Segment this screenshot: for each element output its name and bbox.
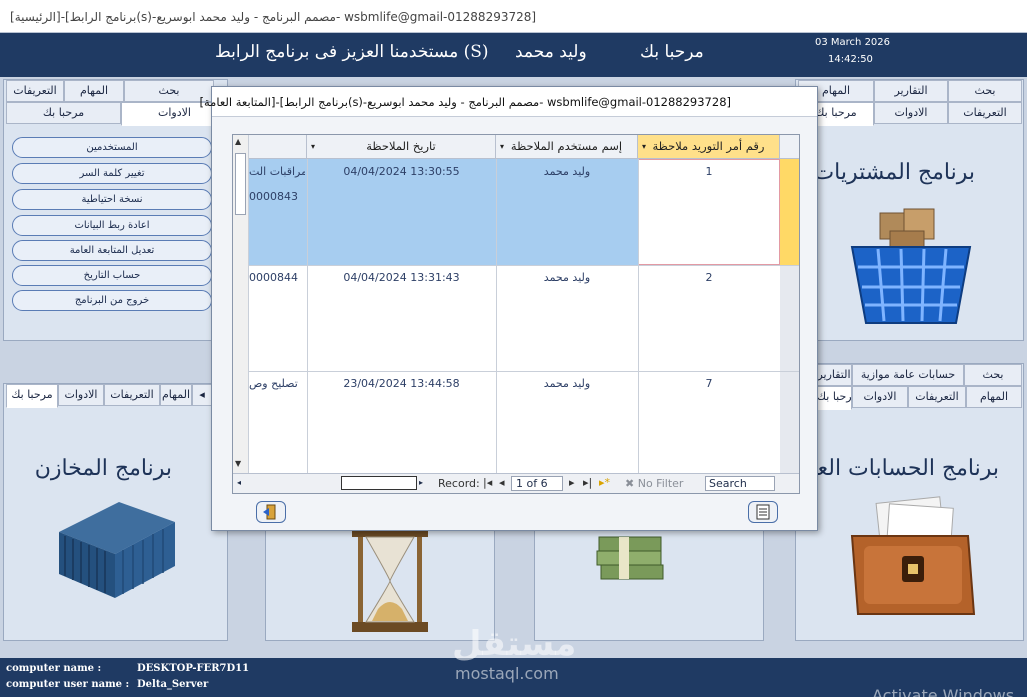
scroll-thumb[interactable] xyxy=(235,153,246,215)
col-user-header[interactable]: ▾ إسم مستخدم الملاحظة xyxy=(496,135,638,159)
change-password-button[interactable]: تغيير كلمة السر xyxy=(12,163,212,184)
tab-tasks[interactable]: المهام xyxy=(966,386,1022,408)
window-titlebar: [الرئيسية]-[برنامج الرابط(s)-مصمم البرنا… xyxy=(0,0,1027,33)
tab-definitions[interactable]: التعريفات xyxy=(6,80,64,102)
col-note-header[interactable] xyxy=(249,135,307,159)
note-cell-line2: 0000843 xyxy=(249,190,298,203)
welcome-label: مرحبا بك xyxy=(640,42,704,62)
col-date-header[interactable]: ▾ تاريخ الملاحظة xyxy=(307,135,496,159)
purchases-title: برنامج المشتريات xyxy=(813,160,975,185)
tab-definitions[interactable]: التعريفات xyxy=(948,102,1022,124)
hscroll-left-icon[interactable]: ◂ xyxy=(237,476,249,490)
order-no-cell[interactable]: 7 xyxy=(638,377,780,390)
tab-definitions[interactable]: التعريفات xyxy=(104,384,160,406)
tab-search[interactable]: بحث xyxy=(948,80,1022,102)
scroll-down-icon[interactable]: ▼ xyxy=(235,459,241,468)
computer-user-label: computer user name : xyxy=(6,679,130,690)
user-name: وليد محمد xyxy=(515,42,587,62)
tab-tools[interactable]: الادوات xyxy=(852,386,908,408)
user-cell[interactable]: وليد محمد xyxy=(496,165,638,178)
greeting-text: مستخدمنا العزيز فى برنامج الرابط (S) xyxy=(215,42,489,62)
tab-search[interactable]: بحث xyxy=(964,364,1022,386)
user-cell[interactable]: وليد محمد xyxy=(496,377,638,390)
date-cell[interactable]: 04/04/2024 13:31:43 xyxy=(307,271,496,284)
shipping-container-icon[interactable] xyxy=(49,492,179,605)
col-order-header[interactable]: ▾ رقم أمر التوريد ملاحظة xyxy=(638,135,780,159)
edit-followup-button[interactable]: تعديل المتابعة العامة xyxy=(12,240,212,261)
tab-welcome[interactable]: مرحبا بك xyxy=(6,384,58,408)
followup-dialog: [المتابعة العامة]-[برنامج الرابط(s)-مصمم… xyxy=(200,86,818,531)
watermark-latin: mostaql.com xyxy=(455,664,559,683)
record-position-input[interactable]: 1 of 6 xyxy=(511,476,563,491)
money-stack-icon[interactable] xyxy=(593,527,673,600)
tab-scroll-left[interactable]: ◂ xyxy=(192,384,212,406)
first-record-icon[interactable]: |◂ xyxy=(483,476,492,489)
tab-tools[interactable]: الادوات xyxy=(874,102,948,124)
accounts-panel: التقارير حسابات عامة موازية بحث مرحبا بك… xyxy=(787,363,1024,641)
center-panel-1 xyxy=(265,520,495,641)
last-record-icon[interactable]: ▸| xyxy=(583,476,592,489)
report-button[interactable] xyxy=(748,501,778,523)
order-no-cell[interactable]: 2 xyxy=(638,271,780,284)
time-text: 14:42:50 xyxy=(828,54,873,65)
tab-tools[interactable]: الادوات xyxy=(58,384,104,406)
no-filter-button[interactable]: ✖ No Filter xyxy=(625,477,683,490)
tab-welcome[interactable]: مرحبا بك xyxy=(6,102,121,124)
date-text: 03 March 2026 xyxy=(815,37,891,48)
computer-name-label: computer name : xyxy=(6,663,102,674)
note-cell[interactable]: 0000844 xyxy=(249,271,305,284)
exit-door-icon xyxy=(263,504,276,520)
records-grid: ▲ ▼ ▾ تاريخ الملاحظة ▾ إسم مستخدم الملاحظة… xyxy=(232,134,800,494)
horizontal-scrollbar[interactable] xyxy=(341,476,417,490)
hourglass-icon[interactable] xyxy=(348,529,432,637)
stores-panel: مرحبا بك الادوات التعريفات المهام ◂ برنا… xyxy=(3,383,228,641)
date-cell[interactable]: 23/04/2024 13:44:58 xyxy=(307,377,496,390)
scroll-up-icon[interactable]: ▲ xyxy=(235,137,241,146)
exit-door-button[interactable] xyxy=(256,501,286,523)
header-band: مرحبا بك وليد محمد مستخدمنا العزيز فى بر… xyxy=(0,33,1027,77)
tab-definitions[interactable]: التعريفات xyxy=(908,386,966,408)
row-selector-active[interactable] xyxy=(780,159,799,265)
user-cell[interactable]: وليد محمد xyxy=(496,271,638,284)
exit-program-button[interactable]: خروج من البرنامج xyxy=(12,290,212,311)
next-record-icon[interactable]: ▸ xyxy=(569,476,575,489)
report-icon xyxy=(756,504,770,520)
date-cell[interactable]: 04/04/2024 13:30:55 xyxy=(307,165,496,178)
computer-name-value: DESKTOP-FER7D11 xyxy=(137,663,250,674)
record-label: Record: xyxy=(438,477,480,490)
watermark-arabic: مستقل xyxy=(452,624,577,664)
search-input[interactable]: Search xyxy=(705,476,775,491)
tab-reports[interactable]: التقارير xyxy=(816,364,852,386)
window-title: [الرئيسية]-[برنامج الرابط(s)-مصمم البرنا… xyxy=(10,10,537,24)
hscroll-right-icon[interactable]: ▸ xyxy=(419,476,431,490)
computer-user-value: Delta_Server xyxy=(137,679,209,690)
note-cell[interactable]: تصليح وص xyxy=(249,377,305,390)
select-all-corner[interactable] xyxy=(780,135,799,159)
tab-reports[interactable]: التقارير xyxy=(874,80,948,102)
tab-tasks[interactable]: المهام xyxy=(64,80,124,102)
users-button[interactable]: المستخدمين xyxy=(12,137,212,158)
tab-parallel-accounts[interactable]: حسابات عامة موازية xyxy=(852,364,964,386)
tab-welcome[interactable]: مرحبا بك xyxy=(816,386,852,410)
shopping-basket-icon[interactable] xyxy=(846,205,976,333)
stores-title: برنامج المخازن xyxy=(34,456,172,481)
backup-button[interactable]: نسخة احتياطية xyxy=(12,189,212,210)
activate-windows: Activate Windows xyxy=(872,686,1015,697)
vertical-scrollbar[interactable]: ▲ ▼ xyxy=(233,135,249,473)
purchases-panel: المهام التقارير بحث مرحبا بك الادوات الت… xyxy=(795,79,1024,341)
accounts-title: برنامج الحسابات العامة xyxy=(787,456,999,481)
row-selector-column[interactable] xyxy=(780,265,799,473)
tab-tasks[interactable]: المهام xyxy=(160,384,192,406)
date-calc-button[interactable]: حساب التاريخ xyxy=(12,265,212,286)
dialog-titlebar: [المتابعة العامة]-[برنامج الرابط(s)-مصمم… xyxy=(200,87,817,117)
new-record-icon[interactable]: ▸* xyxy=(599,476,610,489)
previous-record-icon[interactable]: ◂ xyxy=(499,476,505,489)
center-panel-2 xyxy=(534,520,764,641)
note-cell[interactable]: مراقبات الت xyxy=(249,165,305,178)
briefcase-icon[interactable] xyxy=(848,496,978,624)
dialog-title: [المتابعة العامة]-[برنامج الرابط(s)-مصمم… xyxy=(199,95,732,109)
record-navigation-bar: ◂ ▸ Record: |◂ ◂ 1 of 6 ▸ ▸| ▸* ✖ No Fil… xyxy=(233,473,799,493)
order-no-cell[interactable]: 1 xyxy=(638,165,780,178)
relink-data-button[interactable]: اعادة ربط البيانات xyxy=(12,215,212,236)
